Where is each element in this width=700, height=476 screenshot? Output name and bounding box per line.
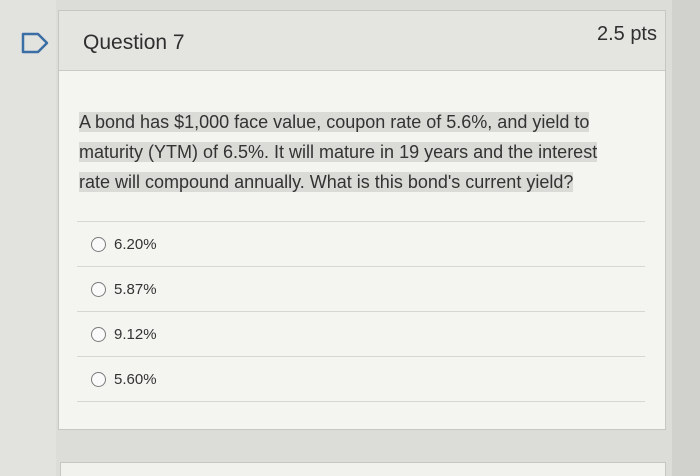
radio-icon[interactable] xyxy=(91,236,106,252)
question-points: 2.5 pts xyxy=(596,23,657,45)
quiz-page: Question 7 2.5 pts A bond has $1,000 fac… xyxy=(0,0,700,476)
question-text-line: maturity (YTM) of 6.5%. It will mature i… xyxy=(79,142,598,162)
radio-icon[interactable] xyxy=(91,326,106,342)
question-text-line: rate will compound annually. What is thi… xyxy=(79,172,574,192)
answer-label: 9.12% xyxy=(114,325,157,343)
answer-option[interactable]: 6.20% xyxy=(77,221,645,266)
answer-option[interactable]: 5.87% xyxy=(77,266,645,311)
answer-label: 6.20% xyxy=(114,235,157,253)
next-question-card xyxy=(60,462,666,476)
answer-list: 6.20% 5.87% 9.12% 5.60% xyxy=(77,221,645,402)
question-card: Question 7 2.5 pts A bond has $1,000 fac… xyxy=(58,10,666,430)
flag-icon[interactable] xyxy=(20,31,50,55)
radio-icon[interactable] xyxy=(91,281,106,297)
flag-column xyxy=(0,0,56,476)
question-text-line: A bond has $1,000 face value, coupon rat… xyxy=(79,112,590,132)
answer-option[interactable]: 5.60% xyxy=(77,356,645,402)
answer-option[interactable]: 9.12% xyxy=(77,311,645,356)
answer-label: 5.87% xyxy=(114,280,157,298)
question-text: A bond has $1,000 face value, coupon rat… xyxy=(79,107,629,197)
right-edge xyxy=(672,0,700,476)
radio-icon[interactable] xyxy=(91,371,106,387)
answer-label: 5.60% xyxy=(114,370,157,388)
question-header: Question 7 2.5 pts xyxy=(59,11,665,71)
question-title: Question 7 xyxy=(83,31,185,54)
